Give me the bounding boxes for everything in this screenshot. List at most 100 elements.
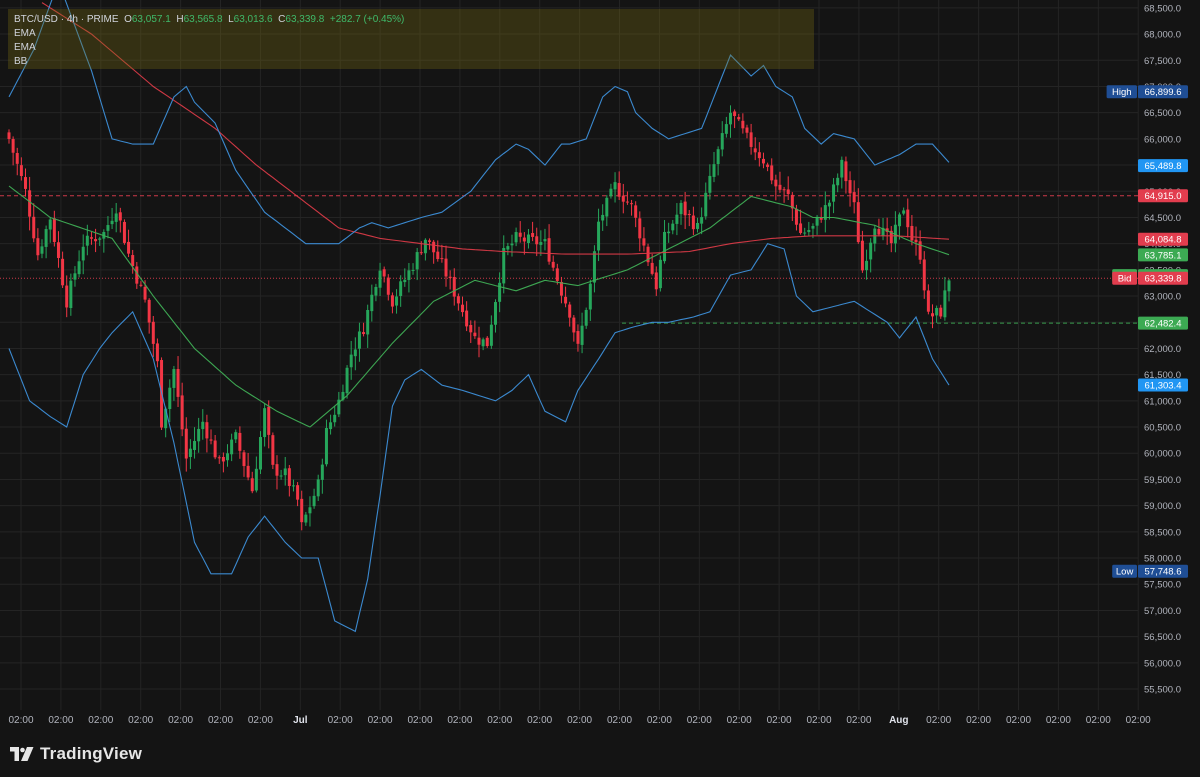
price-chart[interactable]: 55,500.0 56,000.0 56,500.0 57,000.0 57,500.0… [0,0,1200,733]
interval-label[interactable]: 4h [67,14,78,25]
candle-body [547,238,551,262]
time-tick-label: 02:00 [926,715,951,726]
price-tick-label: 66,000.0 [1144,134,1181,145]
price-tag: 65,489.8 [1138,159,1188,173]
candle-body [436,251,440,260]
candle-body [770,165,774,181]
candle-body [918,241,922,260]
candle-body [390,295,394,307]
candle-body [452,277,456,297]
candle-body [456,296,460,304]
candle-body [357,331,361,349]
candle-body [510,243,514,246]
candle-body [514,232,518,243]
candle-body [687,213,691,216]
candle-body [246,465,250,478]
candle-body [205,422,209,439]
candle-body [271,435,275,465]
candle-body [526,234,530,244]
candle-body [213,440,217,458]
time-tick-label: 02:00 [248,715,273,726]
price-tick-label: 68,500.0 [1144,3,1181,14]
candle-body [576,331,580,344]
candle-body [733,111,737,117]
candle-body [11,138,15,153]
price-tick-label: 66,500.0 [1144,108,1181,119]
time-tick-label: 02:00 [1086,715,1111,726]
candle-body [931,313,935,317]
candle-body [493,302,497,325]
candle-body [122,221,126,243]
candle-body [782,189,786,191]
candle-body [226,453,230,461]
time-tick-label: 02:00 [647,715,672,726]
indicator-ema-fast[interactable]: EMA [14,28,36,39]
candle-body [428,240,432,242]
candle-body [935,307,939,316]
time-tick-label: 02:00 [48,715,73,726]
price-tick-label: 59,500.0 [1144,475,1181,486]
high-value: 63,565.8 [183,14,223,25]
candle-body [799,223,803,233]
candle-body [469,324,473,333]
separator: · [80,14,85,25]
footer-bar: TradingView [0,733,1200,777]
candle-body [209,439,213,441]
candle-body [19,165,23,177]
candle-body [473,332,477,337]
candle-body [254,468,258,491]
candle-body [407,270,411,280]
price-tag: 63,785.1 [1138,248,1188,262]
candle-body [48,219,52,230]
candle-body [634,205,638,218]
time-tick-label: 02:00 [487,715,512,726]
candle-body [481,339,485,347]
candle-body [580,325,584,345]
candle-body [440,258,444,260]
price-tick-label: 56,500.0 [1144,632,1181,643]
candle-body [757,152,761,159]
time-tick-label: 02:00 [128,715,153,726]
candle-body [869,242,873,260]
candle-body [539,242,543,245]
candle-body [283,468,287,476]
price-tick-label: 61,000.0 [1144,396,1181,407]
time-tick-label: 02:00 [846,715,871,726]
price-tag: 62,482.4 [1138,316,1188,330]
candle-body [865,260,869,271]
price-tick-label: 62,000.0 [1144,344,1181,355]
candle-body [609,188,613,197]
candle-body [36,238,40,256]
candle-body [399,281,403,296]
price-tick-label: 60,500.0 [1144,423,1181,434]
price-tick-label: 58,000.0 [1144,554,1181,565]
time-tick-label: 02:00 [407,715,432,726]
candle-body [522,237,526,242]
candle-body [638,218,642,239]
candle-body [197,428,201,442]
candle-body [786,189,790,195]
candle-body [378,270,382,288]
candle-body [922,259,926,291]
candle-body [605,197,609,217]
candle-body [642,238,646,246]
candle-body [832,184,836,202]
candle-body [658,259,662,289]
candle-body [939,307,943,317]
candle-body [250,478,254,492]
candle-body [403,279,407,283]
candle-body [56,242,60,258]
candle-body [168,387,172,410]
open-value: 63,057.1 [131,14,171,25]
tradingview-logo[interactable]: TradingView [10,744,142,764]
candle-body [840,159,844,178]
candle-body [23,177,27,189]
symbol-label[interactable]: BTC/USD [14,14,58,25]
price-tick-label: 58,500.0 [1144,527,1181,538]
indicator-ema-slow[interactable]: EMA [14,42,36,53]
candle-body [588,283,592,310]
time-tick-label: 02:00 [368,715,393,726]
candle-body [737,117,741,120]
indicator-bb[interactable]: BB [14,56,27,67]
price-tag: 64,084.8 [1138,232,1188,246]
